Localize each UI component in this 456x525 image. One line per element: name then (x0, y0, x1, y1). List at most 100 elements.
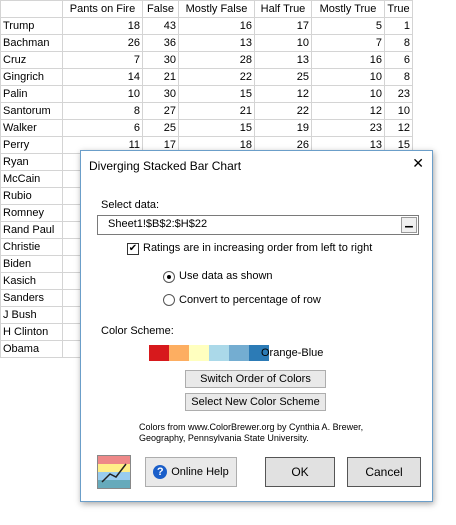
row-name-cell[interactable]: Santorum (0, 102, 63, 120)
table-cell[interactable]: 21 (142, 68, 179, 86)
table-cell[interactable]: 10 (254, 34, 312, 52)
table-cell[interactable]: 13 (178, 34, 255, 52)
online-help-button[interactable]: ? Online Help (145, 457, 237, 487)
row-name-cell[interactable]: Romney (0, 204, 63, 222)
color-scheme-label: Color Scheme: (101, 325, 174, 337)
table-cell[interactable]: 17 (254, 17, 312, 35)
increasing-order-checkbox[interactable]: ✔ (127, 243, 139, 255)
column-header: Mostly True (311, 0, 385, 18)
table-cell[interactable]: 27 (142, 102, 179, 120)
table-cell[interactable]: 13 (254, 51, 312, 69)
convert-percentage-label: Convert to percentage of row (179, 294, 321, 306)
row-name-cell[interactable]: Rubio (0, 187, 63, 205)
table-cell[interactable]: 8 (384, 68, 413, 86)
table-row: Walker 6 25 15 19 23 12 (0, 119, 413, 137)
ok-button[interactable]: OK (265, 457, 335, 487)
table-row: Palin 10 30 15 12 10 23 (0, 85, 413, 103)
table-cell[interactable]: 36 (142, 34, 179, 52)
range-input[interactable]: Sheet1!$B$2:$H$22 ▁ (97, 215, 419, 235)
table-cell[interactable]: 25 (142, 119, 179, 137)
switch-order-button[interactable]: Switch Order of Colors (185, 370, 326, 388)
table-cell[interactable]: 23 (384, 85, 413, 103)
row-name-cell[interactable]: Trump (0, 17, 63, 35)
table-cell[interactable]: 22 (254, 102, 312, 120)
table-cell[interactable]: 6 (384, 51, 413, 69)
table-cell[interactable]: 26 (62, 34, 143, 52)
table-cell[interactable]: 10 (62, 85, 143, 103)
table-cell[interactable]: 25 (254, 68, 312, 86)
table-cell[interactable]: 12 (384, 119, 413, 137)
table-cell[interactable]: 28 (178, 51, 255, 69)
table-cell[interactable]: 12 (311, 102, 385, 120)
cancel-button[interactable]: Cancel (347, 457, 421, 487)
table-cell[interactable]: 15 (178, 85, 255, 103)
table-cell[interactable]: 43 (142, 17, 179, 35)
close-icon[interactable]: ✕ (412, 155, 424, 172)
table-cell[interactable]: 15 (178, 119, 255, 137)
row-name-cell[interactable]: Obama (0, 340, 63, 358)
column-header: False (142, 0, 179, 18)
table-cell[interactable]: 10 (384, 102, 413, 120)
table-cell[interactable]: 10 (311, 85, 385, 103)
dialog: Diverging Stacked Bar Chart ✕ Select dat… (80, 150, 433, 502)
row-name-cell[interactable]: McCain (0, 170, 63, 188)
table-cell[interactable]: 23 (311, 119, 385, 137)
header-row: Pants on Fire False Mostly False Half True M… (0, 0, 413, 18)
credits-text: Colors from www.ColorBrewer.org by Cynth… (139, 422, 364, 443)
table-row: Cruz 7 30 28 13 16 6 (0, 51, 413, 69)
row-name-cell[interactable]: Gingrich (0, 68, 63, 86)
use-data-label: Use data as shown (179, 270, 273, 282)
use-data-radio[interactable] (163, 271, 175, 283)
table-cell[interactable]: 8 (62, 102, 143, 120)
table-row: Trump 18 43 16 17 5 1 (0, 17, 413, 35)
table-cell[interactable]: 22 (178, 68, 255, 86)
new-scheme-button[interactable]: Select New Color Scheme (185, 393, 326, 411)
table-cell[interactable]: 5 (311, 17, 385, 35)
table-cell[interactable]: 6 (62, 119, 143, 137)
table-cell[interactable]: 19 (254, 119, 312, 137)
table-cell[interactable]: 12 (254, 85, 312, 103)
table-cell[interactable]: 8 (384, 34, 413, 52)
row-name-cell[interactable]: Biden (0, 255, 63, 273)
table-cell[interactable]: 16 (311, 51, 385, 69)
row-name-cell[interactable]: Kasich (0, 272, 63, 290)
column-header: Half True (254, 0, 312, 18)
table-cell[interactable]: 16 (178, 17, 255, 35)
row-name-cell[interactable]: Christie (0, 238, 63, 256)
row-name-cell[interactable]: H Clinton (0, 323, 63, 341)
color-swatch (229, 345, 249, 361)
table-row: Santorum 8 27 21 22 12 10 (0, 102, 413, 120)
row-name-cell[interactable]: Perry (0, 136, 63, 154)
table-cell[interactable]: 30 (142, 51, 179, 69)
row-name-cell[interactable]: Walker (0, 119, 63, 137)
increasing-order-label: Ratings are in increasing order from lef… (143, 242, 373, 254)
convert-percentage-radio[interactable] (163, 294, 175, 306)
help-icon: ? (153, 465, 168, 480)
table-cell[interactable]: 18 (62, 17, 143, 35)
row-name-cell[interactable]: Sanders (0, 289, 63, 307)
scheme-name: Orange-Blue (261, 347, 324, 359)
table-row: Bachman 26 36 13 10 7 8 (0, 34, 413, 52)
table-cell[interactable]: 21 (178, 102, 255, 120)
table-row: Gingrich 14 21 22 25 10 8 (0, 68, 413, 86)
color-swatch (169, 345, 189, 361)
table-cell[interactable]: 7 (62, 51, 143, 69)
row-name-cell[interactable]: Bachman (0, 34, 63, 52)
color-swatch (149, 345, 169, 361)
table-cell[interactable]: 30 (142, 85, 179, 103)
row-name-cell[interactable]: J Bush (0, 306, 63, 324)
row-name-cell[interactable]: Palin (0, 85, 63, 103)
row-name-cell[interactable]: Rand Paul (0, 221, 63, 239)
online-help-label: Online Help (171, 466, 229, 478)
column-header: True (384, 0, 413, 18)
row-name-cell[interactable]: Cruz (0, 51, 63, 69)
table-cell[interactable]: 14 (62, 68, 143, 86)
range-value: Sheet1!$B$2:$H$22 (108, 218, 208, 230)
table-cell[interactable]: 1 (384, 17, 413, 35)
column-header: Pants on Fire (62, 0, 143, 18)
row-name-cell[interactable]: Ryan (0, 153, 63, 171)
table-cell[interactable]: 10 (311, 68, 385, 86)
table-cell[interactable]: 7 (311, 34, 385, 52)
range-collapse-button[interactable]: ▁ (401, 217, 417, 233)
select-data-label: Select data: (101, 199, 160, 211)
